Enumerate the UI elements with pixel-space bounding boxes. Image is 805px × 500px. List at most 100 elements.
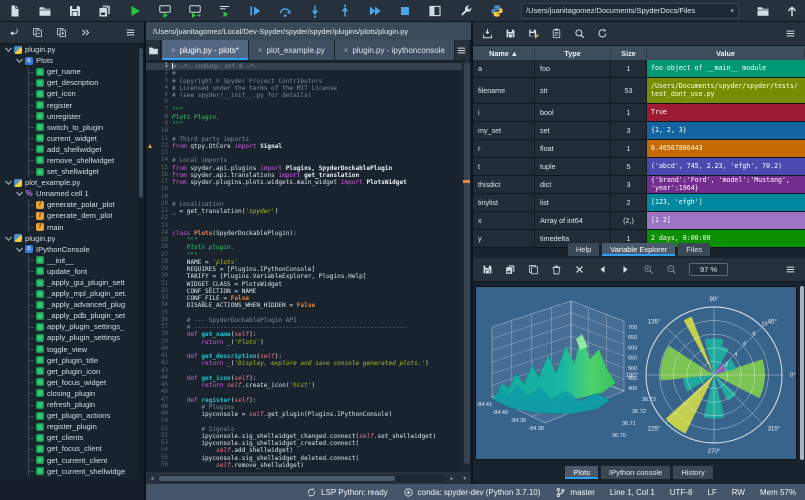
table-header[interactable]: Name ▲TypeSizeValue: [473, 46, 805, 60]
options-menu-icon[interactable]: [125, 27, 136, 38]
outline-item[interactable]: _apply_gui_plugin_sett: [0, 277, 138, 288]
scroll-left-icon[interactable]: ◂: [146, 475, 158, 482]
variable-row[interactable]: r float 1 6.46567886443: [473, 140, 805, 158]
save-all-icon[interactable]: [98, 4, 112, 18]
outline-item[interactable]: get_name: [0, 66, 138, 77]
editor-options-button[interactable]: [455, 40, 469, 60]
outline-item[interactable]: refresh_plugin: [0, 399, 138, 410]
save-data-icon[interactable]: [505, 28, 516, 39]
working-directory-combo[interactable]: /Users/juanitagomez/Documents/SpyderDocs…: [521, 3, 739, 19]
remove-all-plots-icon[interactable]: [574, 264, 585, 275]
browse-tabs-button[interactable]: [146, 40, 160, 60]
chevron-down-icon[interactable]: [15, 56, 24, 65]
outline-item[interactable]: get_clients: [0, 432, 138, 443]
refresh-icon[interactable]: [597, 28, 608, 39]
follow-cursor-icon[interactable]: [80, 27, 91, 38]
editor-tab[interactable]: ×plot_example.py: [249, 40, 334, 60]
goto-cursor-icon[interactable]: [8, 27, 19, 38]
variable-row[interactable]: my_set set 3 {1, 2, 3}: [473, 122, 805, 140]
outline-item[interactable]: get_focus_client: [0, 443, 138, 454]
outline-item[interactable]: toggle_view: [0, 344, 138, 355]
outline-item[interactable]: get_current_client: [0, 454, 138, 465]
options-menu-icon[interactable]: [785, 264, 796, 275]
tab-history[interactable]: History: [673, 466, 712, 479]
variable-row[interactable]: i bool 1 True: [473, 104, 805, 122]
chevron-down-icon[interactable]: [15, 189, 24, 198]
editor-horizontal-scrollbar[interactable]: ◂ ▸ ▾: [146, 472, 471, 484]
outline-item[interactable]: __init__: [0, 255, 138, 266]
outline-item[interactable]: get_plugin_icon: [0, 366, 138, 377]
python-logo-icon[interactable]: [490, 4, 504, 18]
outline-item[interactable]: %Unnamed cell 1: [0, 188, 138, 199]
tab-ipython-console[interactable]: IPython console: [601, 466, 670, 479]
variable-row[interactable]: tinylist list 2 [123, 'efgh']: [473, 194, 805, 212]
outline-item[interactable]: get_focus_widget: [0, 377, 138, 388]
run-cell-advance-icon[interactable]: [188, 4, 202, 18]
outline-item[interactable]: fmain: [0, 222, 138, 233]
browse-directory-icon[interactable]: [756, 4, 770, 18]
debug-file-icon[interactable]: [248, 4, 262, 18]
chevron-down-icon[interactable]: [4, 178, 13, 187]
expand-all-icon[interactable]: [56, 27, 67, 38]
step-out-icon[interactable]: [338, 4, 352, 18]
outline-item[interactable]: get_description: [0, 77, 138, 88]
outline-item[interactable]: _apply_advanced_plug: [0, 299, 138, 310]
matplotlib-figure[interactable]: 700650600550500450400-84.41-84.40-84.39-…: [475, 286, 797, 460]
outline-item[interactable]: plugin.py: [0, 233, 138, 244]
outline-item[interactable]: update_font: [0, 266, 138, 277]
tab-variable-explorer[interactable]: Variable Explorer: [602, 243, 675, 256]
outline-item[interactable]: closing_plugin: [0, 388, 138, 399]
previous-plot-icon[interactable]: [597, 264, 608, 275]
column-header-size[interactable]: Size: [611, 49, 647, 58]
column-header-type[interactable]: Type: [535, 49, 611, 58]
variable-row[interactable]: x Array of int64 (2,) [1 2]: [473, 212, 805, 230]
outline-item[interactable]: get_plugin_actions: [0, 410, 138, 421]
editor-tab[interactable]: ×plugin.py - ipythonconsole: [335, 40, 454, 60]
close-icon[interactable]: ×: [171, 46, 176, 55]
save-data-as-icon[interactable]: [528, 28, 539, 39]
outline-item[interactable]: cPlots: [0, 55, 138, 66]
paste-data-icon[interactable]: [551, 28, 562, 39]
new-file-icon[interactable]: [8, 4, 22, 18]
editor-vertical-scrollbar[interactable]: [462, 60, 471, 472]
step-into-icon[interactable]: [308, 4, 322, 18]
outline-item[interactable]: switch_to_plugin: [0, 122, 138, 133]
close-icon[interactable]: ×: [344, 46, 349, 55]
outline-item[interactable]: register_plugin: [0, 421, 138, 432]
column-header-value[interactable]: Value: [647, 49, 805, 58]
hscroll-thumb[interactable]: [159, 476, 395, 481]
outline-item[interactable]: get_plugin_title: [0, 355, 138, 366]
step-over-icon[interactable]: [278, 4, 292, 18]
outline-item[interactable]: _apply_pdb_plugin_set: [0, 310, 138, 321]
import-data-icon[interactable]: [482, 28, 493, 39]
chevron-down-icon[interactable]: ▾: [730, 7, 734, 15]
remove-plot-icon[interactable]: [551, 264, 562, 275]
outline-item[interactable]: set_shellwidget: [0, 166, 138, 177]
outline-item[interactable]: apply_plugin_settings_: [0, 321, 138, 332]
plots-scrollbar[interactable]: [800, 286, 804, 460]
continue-icon[interactable]: [368, 4, 382, 18]
outline-item[interactable]: _apply_mpl_plugin_set.: [0, 288, 138, 299]
variable-row[interactable]: thisdict dict 3 {'brand':'Ford', 'model'…: [473, 176, 805, 194]
variable-row[interactable]: filename str 53 /Users/Documents/spyder/…: [473, 78, 805, 104]
zoom-in-icon[interactable]: [643, 264, 654, 275]
outline-item[interactable]: cIPythonConsole: [0, 244, 138, 255]
outline-item[interactable]: plugin.py: [0, 44, 138, 55]
save-plot-icon[interactable]: [482, 264, 493, 275]
run-selection-icon[interactable]: [218, 4, 232, 18]
scroll-right-icon[interactable]: ▸: [446, 475, 458, 482]
copy-plot-icon[interactable]: [528, 264, 539, 275]
parent-directory-icon[interactable]: [785, 4, 799, 18]
chevron-down-icon[interactable]: [15, 245, 24, 254]
options-menu-icon[interactable]: [785, 28, 796, 39]
outline-item[interactable]: fgenerate_polar_plot: [0, 199, 138, 210]
outline-item[interactable]: plot_example.py: [0, 177, 138, 188]
close-icon[interactable]: ×: [258, 46, 263, 55]
outline-item[interactable]: current_widget: [0, 133, 138, 144]
tab-plots[interactable]: Plots: [565, 466, 598, 479]
stop-debug-icon[interactable]: [398, 4, 412, 18]
chevron-down-icon[interactable]: ▾: [458, 472, 471, 484]
outline-item[interactable]: get_icon: [0, 88, 138, 99]
variable-row[interactable]: t tuple 5 ('abcd', 745, 2.23, 'efgh', 70…: [473, 158, 805, 176]
search-icon[interactable]: [574, 28, 585, 39]
